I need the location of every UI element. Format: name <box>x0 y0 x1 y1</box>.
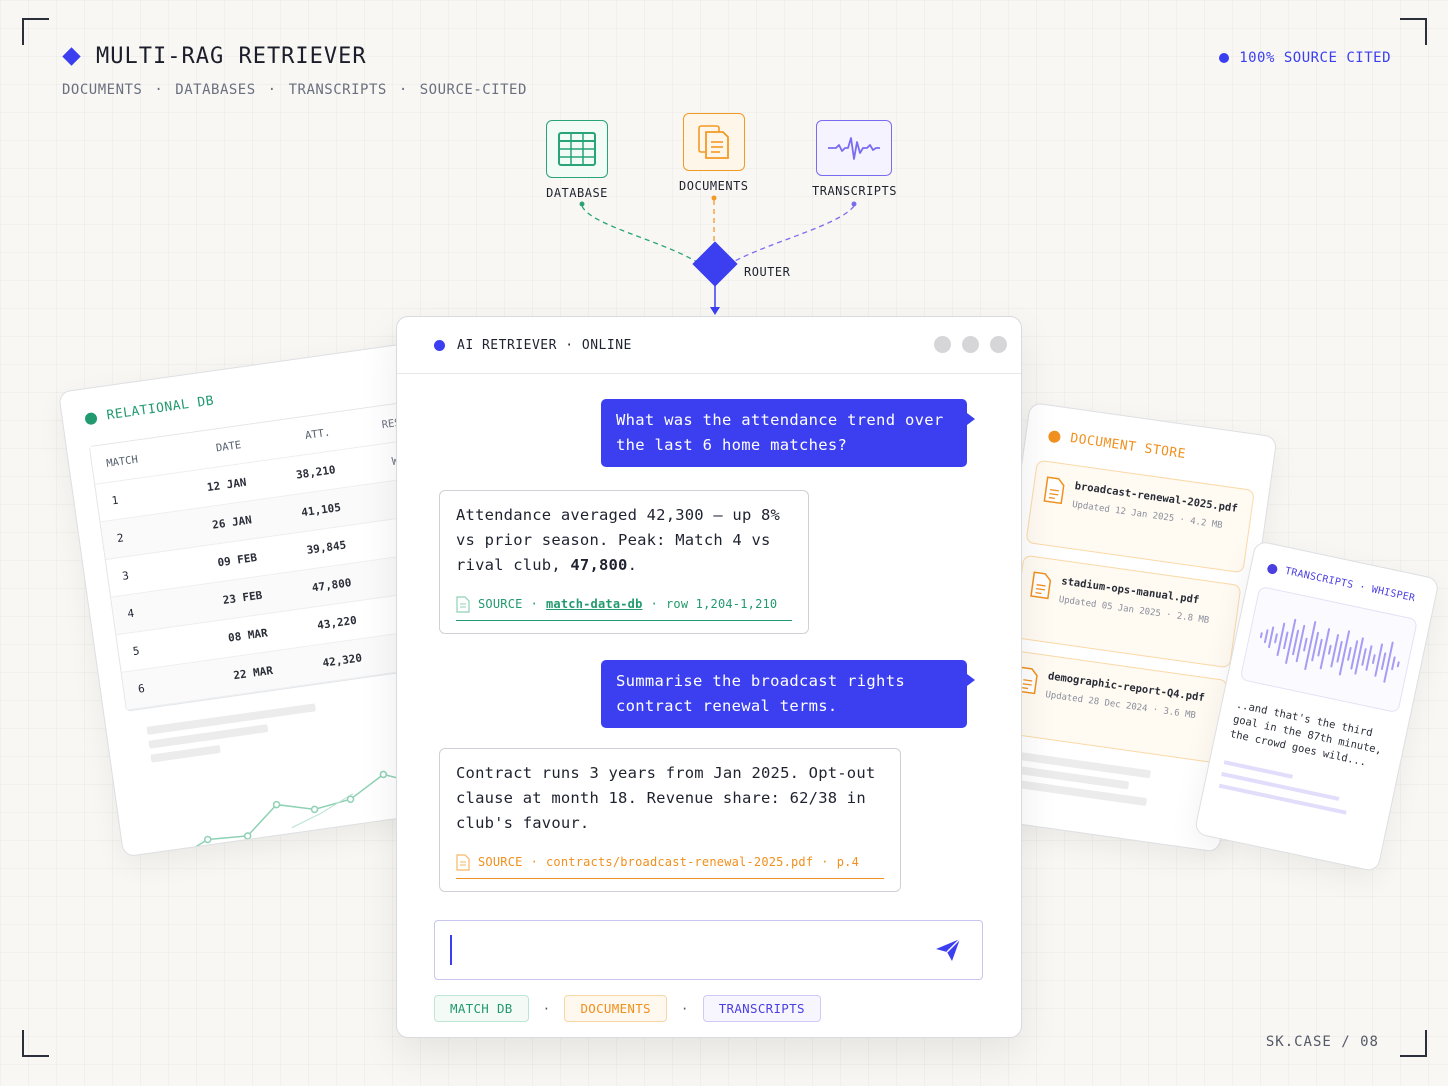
cell-date: 23 FEB <box>221 588 264 608</box>
db-card-title: RELATIONAL DB <box>105 393 216 424</box>
cell-date: 09 FEB <box>216 550 258 570</box>
cell-match: 4 <box>126 606 136 621</box>
source-ref: p.4 <box>836 855 860 869</box>
chip-documents[interactable]: DOCUMENTS <box>564 995 667 1022</box>
file-icon <box>456 854 470 871</box>
message-highlight: 47,800 <box>570 556 628 574</box>
pdf-file-icon <box>1043 476 1065 505</box>
doc-card-title: DOCUMENT STORE <box>1069 431 1187 463</box>
source-link[interactable]: match-data-db <box>546 592 643 617</box>
transcripts-status-dot-icon <box>1266 562 1279 575</box>
cell-date: 22 MAR <box>232 663 274 683</box>
source-label: SOURCE <box>478 597 523 611</box>
assistant-message-text: Contract runs 3 years from Jan 2025. Opt… <box>456 764 876 832</box>
chat-input[interactable] <box>434 920 983 980</box>
chat-status: AI RETRIEVER · ONLINE <box>457 337 632 353</box>
citation-separator: · <box>530 597 538 611</box>
send-icon[interactable] <box>934 937 962 963</box>
transcripts-box <box>816 120 893 176</box>
citation-separator: · <box>821 855 829 869</box>
window-button-maximize[interactable] <box>962 336 979 353</box>
message-text-end: . <box>627 556 638 574</box>
citation-separator: · <box>530 855 538 869</box>
document-item[interactable]: demographic-report-Q4.pdf Updated 28 Dec… <box>998 649 1229 764</box>
chip-match-db[interactable]: MATCH DB <box>434 995 529 1022</box>
cell-match: 5 <box>131 644 141 659</box>
cell-attendance: 43,220 <box>316 613 358 633</box>
database-box <box>546 120 608 178</box>
source-transcripts: TRANSCRIPTS <box>812 120 897 198</box>
window-button-minimize[interactable] <box>934 336 951 353</box>
chip-transcripts[interactable]: TRANSCRIPTS <box>702 995 821 1022</box>
database-label: DATABASE <box>546 186 608 200</box>
cell-attendance: 38,210 <box>295 463 337 482</box>
window-button-close[interactable] <box>990 336 1007 353</box>
source-ref: row 1,204-1,210 <box>665 597 778 611</box>
cell-date: 08 MAR <box>227 626 269 645</box>
doc-status-dot-icon <box>1047 429 1062 444</box>
file-icon <box>456 596 470 613</box>
online-status-dot-icon <box>434 339 445 351</box>
chat-header: AI RETRIEVER · ONLINE <box>397 317 1021 374</box>
assistant-message: Attendance averaged 42,300 — up 8% vs pr… <box>439 490 809 634</box>
document-item[interactable]: broadcast-renewal-2025.pdf Updated 12 Ja… <box>1025 459 1255 574</box>
cell-attendance: 47,800 <box>311 576 353 595</box>
source-chips: MATCH DB · DOCUMENTS · TRANSCRIPTS <box>434 995 821 1022</box>
source-label: SOURCE <box>478 855 523 869</box>
column-header: DATE <box>215 438 242 454</box>
source-documents: DOCUMENTS <box>679 113 749 193</box>
window-controls <box>934 336 1007 353</box>
citation-separator: · <box>650 597 658 611</box>
assistant-message-text: Attendance averaged 42,300 — up 8% vs pr… <box>456 503 792 578</box>
router-label: ROUTER <box>744 265 791 279</box>
cell-match: 2 <box>116 531 125 546</box>
db-status-dot-icon <box>84 411 98 425</box>
table-grid-icon <box>558 132 596 166</box>
source-citation: SOURCE · match-data-db · row 1,204-1,210 <box>456 592 792 621</box>
chip-separator: · <box>542 1001 551 1016</box>
user-message: Summarise the broadcast rights contract … <box>601 660 975 728</box>
chip-separator: · <box>680 1001 689 1016</box>
document-item[interactable]: stadium-ops-manual.pdf Updated 05 Jan 20… <box>1012 554 1242 669</box>
pdf-file-icon <box>1030 571 1052 600</box>
column-header: MATCH <box>105 453 139 470</box>
cell-attendance: 39,845 <box>305 538 347 557</box>
source-citation: SOURCE · contracts/broadcast-renewal-202… <box>456 850 884 879</box>
cell-attendance: 42,320 <box>321 651 363 670</box>
text-caret <box>450 935 452 965</box>
waveform-icon <box>828 137 881 160</box>
chat-window: AI RETRIEVER · ONLINE What was the atten… <box>396 316 1022 1038</box>
documents-box <box>682 113 745 171</box>
cell-date: 26 JAN <box>211 513 253 532</box>
cell-date: 12 JAN <box>206 475 248 495</box>
column-header: ATT. <box>304 426 332 442</box>
cell-attendance: 41,105 <box>300 500 342 520</box>
user-message: What was the attendance trend over the l… <box>601 399 975 467</box>
transcripts-label: TRANSCRIPTS <box>812 184 897 198</box>
assistant-message: Contract runs 3 years from Jan 2025. Opt… <box>439 748 901 892</box>
source-database: DATABASE <box>546 120 608 200</box>
source-link[interactable]: contracts/broadcast-renewal-2025.pdf <box>546 850 813 875</box>
documents-label: DOCUMENTS <box>679 179 749 193</box>
cell-match: 6 <box>137 681 146 696</box>
cell-match: 1 <box>110 493 120 508</box>
cell-match: 3 <box>121 568 130 583</box>
waveform-icon <box>1259 618 1400 683</box>
documents-stack-icon <box>697 125 729 159</box>
